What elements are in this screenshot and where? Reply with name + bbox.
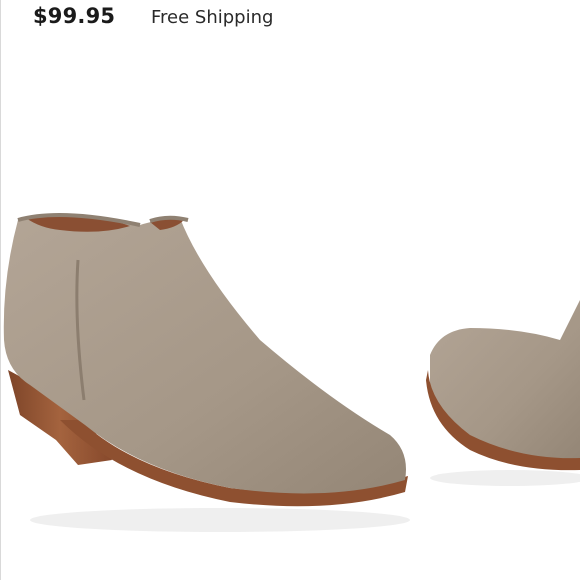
price-label: $99.95 — [33, 4, 116, 28]
product-photo[interactable] — [0, 40, 580, 580]
listing-page: $99.95 Free Shipping — [0, 0, 580, 580]
boot-left — [3, 213, 410, 532]
boot-right — [426, 300, 580, 486]
price-bar: $99.95 Free Shipping — [0, 0, 580, 40]
free-shipping-label: Free Shipping — [151, 7, 274, 28]
